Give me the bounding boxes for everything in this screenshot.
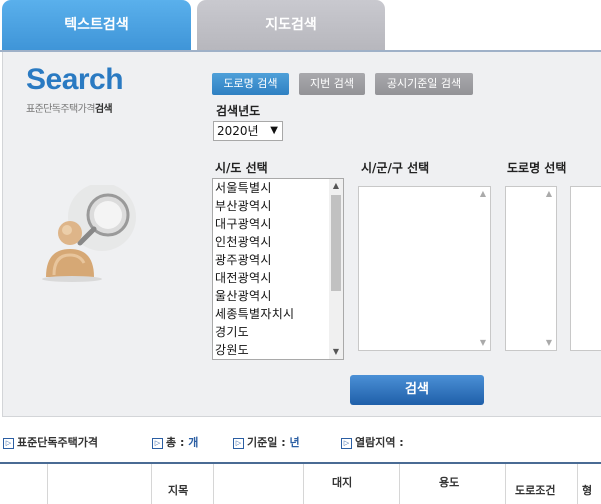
- table-header-shape: 형: [582, 484, 593, 497]
- list-item[interactable]: 서울특별시: [213, 179, 343, 197]
- user-search-icon: [42, 185, 136, 282]
- search-button[interactable]: 검색: [350, 375, 484, 405]
- scroll-thumb[interactable]: [331, 195, 341, 291]
- list-item[interactable]: 강원도: [213, 341, 343, 359]
- table-header-daeji: 대지: [332, 476, 353, 489]
- sido-scrollbar[interactable]: ▲ ▼: [329, 179, 343, 359]
- scroll-up-icon[interactable]: ▲: [329, 179, 343, 193]
- table-header-road-condition: 도로조건: [515, 484, 556, 497]
- sigungu-label: 시/군/구 선택: [361, 161, 430, 175]
- table-header-jimok: 지목: [168, 484, 189, 497]
- info-total: ▷ 총 : 개: [152, 434, 198, 450]
- list-item[interactable]: 대구광역시: [213, 215, 343, 233]
- year-label: 검색년도: [216, 104, 261, 118]
- info-date: ▷ 기준일 : 년: [233, 434, 300, 450]
- road-label: 도로명 선택: [507, 161, 567, 175]
- info-title: ▷ 표준단독주택가격: [3, 434, 98, 450]
- table-header-cell: [47, 464, 152, 504]
- table-header-cell: [0, 464, 48, 504]
- scroll-up-icon[interactable]: ▲: [542, 187, 556, 201]
- scroll-down-icon[interactable]: ▼: [476, 336, 490, 350]
- year-select[interactable]: 2020년 ▼: [213, 121, 283, 141]
- search-logo: Search: [26, 63, 124, 96]
- sido-label: 시/도 선택: [215, 161, 268, 175]
- list-item[interactable]: 광주광역시: [213, 251, 343, 269]
- tab-map-search[interactable]: 지도검색: [197, 0, 385, 50]
- road-name-search-button[interactable]: 도로명 검색: [212, 73, 289, 95]
- list-item[interactable]: 대전광역시: [213, 269, 343, 287]
- table-header-cell: [213, 464, 304, 504]
- result-table-header: 지목 대지 용도 도로조건 형: [0, 462, 601, 504]
- lot-number-search-button[interactable]: 지번 검색: [299, 73, 365, 95]
- list-item[interactable]: 세종특별자치시: [213, 305, 343, 323]
- list-item[interactable]: 인천광역시: [213, 233, 343, 251]
- table-header-yongdo: 용도: [439, 476, 460, 489]
- scroll-down-icon[interactable]: ▼: [542, 336, 556, 350]
- extra-listbox[interactable]: [570, 186, 601, 351]
- scroll-down-icon[interactable]: ▼: [329, 345, 343, 359]
- list-item[interactable]: 부산광역시: [213, 197, 343, 215]
- search-logo-subtitle: 표준단독주택가격검색: [26, 104, 113, 115]
- sigungu-scrollbar[interactable]: ▲ ▼: [476, 187, 490, 350]
- scroll-up-icon[interactable]: ▲: [476, 187, 490, 201]
- notice-date-search-button[interactable]: 공시기준일 검색: [375, 73, 473, 95]
- sigungu-listbox[interactable]: ▲ ▼: [358, 186, 491, 351]
- list-item[interactable]: 경기도: [213, 323, 343, 341]
- road-listbox[interactable]: ▲ ▼: [505, 186, 557, 351]
- square-bullet-icon: ▷: [3, 438, 14, 449]
- info-area: ▷ 열람지역 :: [341, 434, 404, 450]
- square-bullet-icon: ▷: [341, 438, 352, 449]
- list-item[interactable]: 울산광역시: [213, 287, 343, 305]
- year-select-value: 2020년: [217, 124, 259, 138]
- square-bullet-icon: ▷: [233, 438, 244, 449]
- tab-text-search[interactable]: 텍스트검색: [2, 0, 191, 50]
- dropdown-arrow-icon: ▼: [270, 125, 278, 136]
- square-bullet-icon: ▷: [152, 438, 163, 449]
- sido-list: 서울특별시 부산광역시 대구광역시 인천광역시 광주광역시 대전광역시 울산광역…: [213, 179, 343, 359]
- sido-listbox[interactable]: 서울특별시 부산광역시 대구광역시 인천광역시 광주광역시 대전광역시 울산광역…: [212, 178, 344, 360]
- road-scrollbar[interactable]: ▲ ▼: [542, 187, 556, 350]
